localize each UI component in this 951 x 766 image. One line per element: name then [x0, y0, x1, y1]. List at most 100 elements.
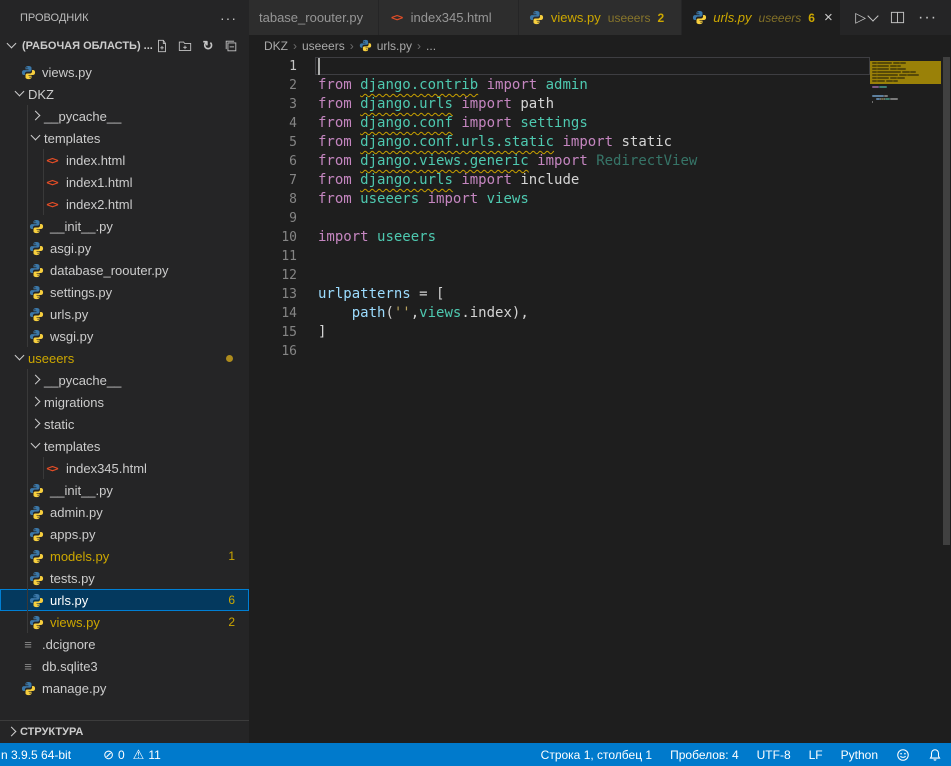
tree-file-wsgi.py[interactable]: wsgi.py: [0, 325, 249, 347]
breadcrumb-label: useeers: [302, 39, 345, 53]
code-line-14[interactable]: 14 path('',views.index),: [249, 304, 951, 323]
python-version-status[interactable]: n 3.9.5 64-bit: [0, 743, 80, 766]
tab-views.py[interactable]: views.pyuseeers2: [519, 0, 682, 35]
tree-file-asgi.py[interactable]: asgi.py: [0, 237, 249, 259]
collapse-all-icon[interactable]: [223, 38, 239, 54]
tree-folder-DKZ[interactable]: DKZ: [0, 83, 249, 105]
html-icon: <>: [44, 460, 60, 476]
tree-file-settings.py[interactable]: settings.py: [0, 281, 249, 303]
tree-file-admin.py[interactable]: admin.py: [0, 501, 249, 523]
minimap-line: [890, 68, 897, 70]
code-line-10[interactable]: 10import useeers: [249, 228, 951, 247]
tree-file-__init__.py[interactable]: __init__.py: [0, 479, 249, 501]
encoding-status[interactable]: UTF-8: [748, 743, 800, 766]
code-line-4[interactable]: 4from django.conf import settings: [249, 114, 951, 133]
tree-file-database_roouter.py[interactable]: database_roouter.py: [0, 259, 249, 281]
feedback-icon[interactable]: [887, 743, 919, 766]
tree-file-models.py[interactable]: models.py1: [0, 545, 249, 567]
line-number: 1: [249, 57, 318, 76]
tree-file-.dcignore[interactable]: ≡.dcignore: [0, 633, 249, 655]
chevron-down-icon: [12, 350, 28, 366]
tree-folder-static[interactable]: static: [0, 413, 249, 435]
code-line-13[interactable]: 13urlpatterns = [: [249, 285, 951, 304]
editor-actions: ▷ ···: [841, 0, 951, 35]
breadcrumb-item-DKZ[interactable]: DKZ: [264, 39, 288, 53]
tree-item-label: models.py: [50, 549, 109, 564]
tree-file-index.html[interactable]: <>index.html: [0, 149, 249, 171]
explorer-more-icon[interactable]: ···: [220, 10, 237, 26]
tree-file-views.py[interactable]: views.py: [0, 61, 249, 83]
vertical-scrollbar[interactable]: [941, 57, 951, 743]
tree-folder-migrations[interactable]: migrations: [0, 391, 249, 413]
tree-file-urls.py[interactable]: urls.py: [0, 303, 249, 325]
code-line-16[interactable]: 16: [249, 342, 951, 361]
tree-item-label: __init__.py: [50, 219, 113, 234]
new-file-icon[interactable]: [154, 38, 170, 54]
tree-file-__init__.py[interactable]: __init__.py: [0, 215, 249, 237]
breadcrumb-item-urls.py[interactable]: urls.py: [359, 39, 412, 53]
bell-icon[interactable]: [919, 743, 951, 766]
problems-status[interactable]: ⊘ 0 ⚠ 11: [94, 743, 170, 766]
tree-item-label: index.html: [66, 153, 125, 168]
tree-file-index345.html[interactable]: <>index345.html: [0, 457, 249, 479]
tree-folder-templates[interactable]: templates: [0, 435, 249, 457]
tree-folder-__pycache__[interactable]: __pycache__: [0, 105, 249, 127]
code-line-5[interactable]: 5from django.conf.urls.static import sta…: [249, 133, 951, 152]
code-line-3[interactable]: 3from django.urls import path: [249, 95, 951, 114]
html-icon: <>: [389, 10, 405, 26]
code-line-6[interactable]: 6from django.views.generic import Redire…: [249, 152, 951, 171]
tree-file-db.sqlite3[interactable]: ≡db.sqlite3: [0, 655, 249, 677]
code-lines[interactable]: 12from django.contrib import admin3from …: [249, 57, 951, 361]
new-folder-icon[interactable]: [177, 38, 193, 54]
code-line-2[interactable]: 2from django.contrib import admin: [249, 76, 951, 95]
tab-urls.py[interactable]: urls.pyuseeers6×: [682, 0, 841, 35]
scrollbar-slider[interactable]: [943, 57, 950, 545]
refresh-icon[interactable]: ↻: [200, 38, 216, 54]
tree-file-index1.html[interactable]: <>index1.html: [0, 171, 249, 193]
code-line-15[interactable]: 15]: [249, 323, 951, 342]
eol-status[interactable]: LF: [800, 743, 832, 766]
tree-folder-__pycache__[interactable]: __pycache__: [0, 369, 249, 391]
outline-section-header[interactable]: СТРУКТУРА: [0, 720, 249, 743]
tab-tabase_roouter.py[interactable]: tabase_roouter.py: [249, 0, 379, 35]
code-editor[interactable]: 12from django.contrib import admin3from …: [249, 57, 951, 743]
line-number: 12: [249, 266, 318, 285]
tree-file-apps.py[interactable]: apps.py: [0, 523, 249, 545]
breadcrumb-item-useeers[interactable]: useeers: [302, 39, 345, 53]
more-actions-icon[interactable]: ···: [918, 9, 937, 27]
code-line-12[interactable]: 12: [249, 266, 951, 285]
split-editor-icon[interactable]: [890, 10, 905, 25]
workspace-section-header[interactable]: (РАБОЧАЯ ОБЛАСТЬ) ... ↻: [0, 35, 249, 57]
code-line-9[interactable]: 9: [249, 209, 951, 228]
tree-file-views.py[interactable]: views.py2: [0, 611, 249, 633]
tree-file-index2.html[interactable]: <>index2.html: [0, 193, 249, 215]
tree-folder-templates[interactable]: templates: [0, 127, 249, 149]
cursor-position-status[interactable]: Строка 1, столбец 1: [540, 743, 661, 766]
code-line-7[interactable]: 7from django.urls import include: [249, 171, 951, 190]
minimap[interactable]: [870, 57, 941, 743]
code-line-8[interactable]: 8from useeers import views: [249, 190, 951, 209]
language-status[interactable]: Python: [832, 743, 887, 766]
line-number: 2: [249, 76, 318, 95]
tree-file-manage.py[interactable]: manage.py: [0, 677, 249, 699]
line-number: 11: [249, 247, 318, 266]
tree-folder-useeers[interactable]: useeers: [0, 347, 249, 369]
breadcrumb-item-...[interactable]: ...: [426, 39, 436, 53]
tab-index345.html[interactable]: <>index345.html: [379, 0, 519, 35]
code-line-1[interactable]: 1: [249, 57, 951, 76]
indentation-status[interactable]: Пробелов: 4: [661, 743, 748, 766]
minimap-line: [907, 74, 920, 76]
line-number: 15: [249, 323, 318, 342]
list-icon: ≡: [20, 658, 36, 674]
outline-section-label: СТРУКТУРА: [20, 726, 83, 738]
minimap-line: [897, 77, 904, 79]
close-icon[interactable]: ×: [824, 10, 833, 25]
code-text: from django.urls import include: [318, 171, 579, 190]
code-text: urlpatterns = [: [318, 285, 444, 304]
tree-file-tests.py[interactable]: tests.py: [0, 567, 249, 589]
python-icon: [28, 614, 44, 630]
tree-file-urls.py[interactable]: urls.py6: [0, 589, 249, 611]
run-button[interactable]: ▷: [855, 9, 877, 26]
tab-label: views.py: [551, 10, 601, 25]
code-line-11[interactable]: 11: [249, 247, 951, 266]
